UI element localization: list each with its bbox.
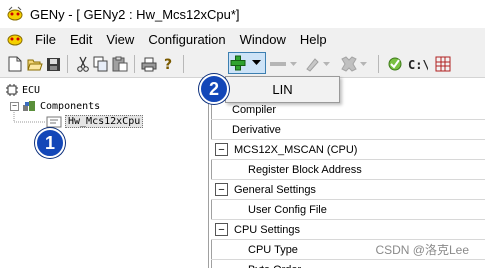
- grid-row-label: Register Block Address: [248, 163, 362, 176]
- validate-icon[interactable]: [386, 55, 404, 73]
- grid-row-label: Derivative: [232, 123, 281, 136]
- toolbar-separator: [183, 55, 184, 73]
- tree-label-ecu: ECU: [22, 84, 41, 96]
- edit-icon[interactable]: [303, 55, 321, 73]
- grid-section-row[interactable]: − CPU Settings: [211, 220, 485, 240]
- component-tree: ECU − Components Hw_Mcs12xCpu: [0, 79, 209, 268]
- geny-app-icon: [7, 6, 23, 21]
- menu-edit[interactable]: Edit: [63, 32, 99, 47]
- callout-badge-2: 2: [199, 74, 229, 104]
- tree-label-selected: Hw_Mcs12xCpu: [65, 115, 144, 128]
- grid-property-row[interactable]: Derivative: [211, 120, 485, 140]
- save-icon[interactable]: [44, 55, 62, 73]
- svg-text:C:\: C:\: [408, 58, 428, 71]
- window-title: GENy - [ GENy2 : Hw_Mcs12xCpu*]: [30, 6, 240, 22]
- help-icon[interactable]: ?: [160, 55, 178, 73]
- generate-dropdown-arrow-icon[interactable]: [358, 55, 368, 73]
- menu-file[interactable]: File: [28, 32, 63, 47]
- grid-section-row[interactable]: − MCS12X_MSCAN (CPU): [211, 140, 485, 160]
- menu-item-lin[interactable]: LIN: [272, 82, 292, 97]
- add-dropdown-arrow-icon[interactable]: [249, 54, 263, 72]
- grid-property-row[interactable]: Compiler: [211, 100, 485, 120]
- cut-icon[interactable]: [74, 55, 92, 73]
- menu-view[interactable]: View: [99, 32, 141, 47]
- grid-section-row[interactable]: − General Settings: [211, 180, 485, 200]
- grid-row-label: User Config File: [248, 203, 327, 216]
- menu-bar: File Edit View Configuration Window Help: [0, 28, 485, 50]
- print-icon[interactable]: [140, 55, 158, 73]
- grid-property-row[interactable]: Byte Order: [211, 260, 485, 268]
- grid-property-row[interactable]: User Config File: [211, 200, 485, 220]
- grid-row-label: CPU Type: [248, 243, 298, 256]
- toolbar-separator: [67, 55, 68, 73]
- add-dropdown-menu: LIN: [225, 76, 340, 103]
- toolbar-separator: [378, 55, 379, 73]
- menu-help[interactable]: Help: [293, 32, 334, 47]
- svg-text:?: ?: [164, 57, 172, 72]
- callout-badge-1: 1: [35, 128, 65, 158]
- command-line-icon[interactable]: C:\: [408, 55, 428, 73]
- menu-configuration[interactable]: Configuration: [141, 32, 232, 47]
- section-collapse-icon[interactable]: −: [215, 183, 228, 196]
- new-file-icon[interactable]: [6, 55, 24, 73]
- property-grid: Compiler Derivative − MCS12X_MSCAN (CPU) Reg…: [211, 79, 485, 268]
- grid-row-label: CPU Settings: [234, 223, 301, 236]
- grid-row-label: General Settings: [234, 183, 316, 196]
- open-folder-icon[interactable]: [26, 55, 44, 73]
- grid-row-label: Byte Order: [211, 264, 301, 268]
- tree-node-hw-mcs12xcpu[interactable]: Hw_Mcs12xCpu: [46, 115, 144, 128]
- toolbar-separator: [134, 55, 135, 73]
- tree-label-components: Components: [40, 100, 101, 112]
- section-collapse-icon[interactable]: −: [215, 143, 228, 156]
- remove-icon[interactable]: [269, 55, 287, 73]
- tree-collapse-toggle[interactable]: −: [10, 101, 19, 111]
- paste-icon[interactable]: [111, 55, 129, 73]
- menu-window[interactable]: Window: [233, 32, 293, 47]
- components-icon: [23, 101, 35, 111]
- settings-grid-icon[interactable]: [434, 55, 452, 73]
- edit-dropdown-arrow-icon[interactable]: [321, 55, 331, 73]
- remove-dropdown-arrow-icon[interactable]: [288, 55, 298, 73]
- grid-row-label: MCS12X_MSCAN (CPU): [234, 143, 358, 156]
- app-menu-icon[interactable]: [6, 31, 24, 47]
- add-component-icon[interactable]: [229, 54, 247, 72]
- ecu-chip-icon: [6, 84, 18, 96]
- tree-connector-lines: [13, 112, 45, 123]
- generate-icon[interactable]: [340, 55, 358, 73]
- tree-node-components[interactable]: − Components: [10, 100, 100, 112]
- section-collapse-icon[interactable]: −: [215, 223, 228, 236]
- grid-row-label: Compiler: [232, 103, 277, 116]
- watermark: CSDN @洛克Lee: [375, 243, 469, 257]
- grid-property-row[interactable]: Register Block Address: [211, 160, 485, 180]
- copy-icon[interactable]: [92, 55, 110, 73]
- toolbar: ? C:\: [0, 50, 485, 78]
- title-bar: GENy - [ GENy2 : Hw_Mcs12xCpu*]: [0, 0, 485, 28]
- tree-node-ecu[interactable]: ECU: [6, 84, 40, 96]
